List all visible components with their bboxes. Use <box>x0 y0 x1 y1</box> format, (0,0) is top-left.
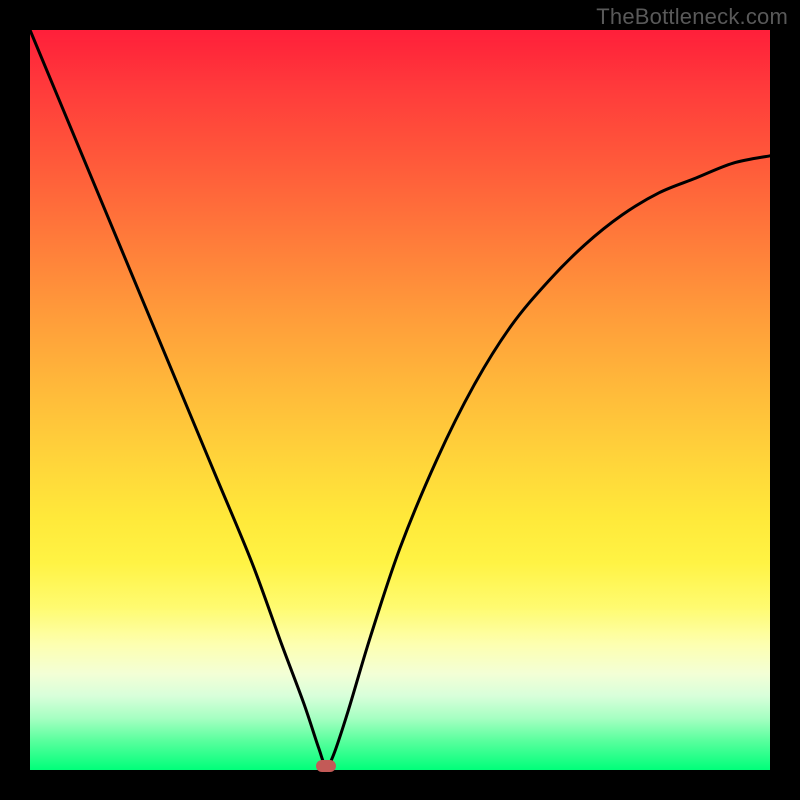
chart-frame: TheBottleneck.com <box>0 0 800 800</box>
plot-area <box>30 30 770 770</box>
watermark-text: TheBottleneck.com <box>596 4 788 30</box>
minimum-marker <box>316 760 336 772</box>
bottleneck-curve <box>30 30 770 770</box>
